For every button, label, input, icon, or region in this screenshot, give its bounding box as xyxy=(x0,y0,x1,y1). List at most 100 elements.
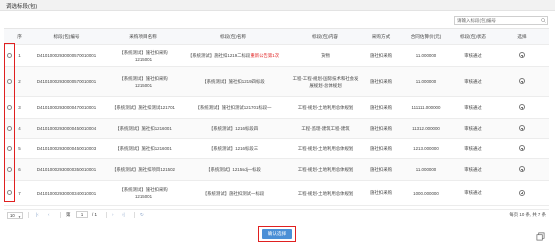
add-circle-icon[interactable] xyxy=(519,78,525,84)
column-header-select: 选择 xyxy=(495,28,549,45)
table-row[interactable]: 6 D41010002930000350010001 【系统测试】施社扣项目12… xyxy=(4,158,549,181)
row-name: 【系统测试】施社扣1219四标段 xyxy=(177,66,289,97)
row-seq: 1 xyxy=(15,44,24,67)
row-status: 审核通过 xyxy=(451,118,495,139)
window-restore-icon[interactable] xyxy=(536,232,545,241)
row-project: 【系统测试】施社扣项目121502 xyxy=(109,158,177,181)
next-page-icon[interactable]: › xyxy=(112,212,114,217)
row-name: 【系统测试】1215sdj一标段 xyxy=(177,158,289,181)
add-circle-icon[interactable] xyxy=(519,52,525,58)
row-radio[interactable] xyxy=(7,166,12,172)
row-name: 【系统测试】施社扣测试一标段 xyxy=(177,180,289,206)
row-code: D41010002930000340010001 xyxy=(24,180,109,206)
lot-table: 序 标段(包)编号 采购项目名称 标段(包)名称 标段(包)内容 采购方式 合同… xyxy=(4,28,549,206)
pager-divider xyxy=(106,212,107,218)
page-size-value: 10 xyxy=(10,213,15,218)
row-method: 施社扣采购 xyxy=(361,118,401,139)
column-header-seq: 序 xyxy=(15,28,24,45)
page-total: / 1 xyxy=(92,212,98,217)
add-circle-icon[interactable] xyxy=(519,125,525,131)
row-content: 工程-规划-土地利用总体规划 xyxy=(289,138,361,159)
row-radio[interactable] xyxy=(7,52,12,58)
row-seq: 5 xyxy=(15,138,24,159)
row-method: 施社扣采购 xyxy=(361,66,401,97)
pager-divider xyxy=(28,212,29,218)
dialog-title: 调选标段(包) xyxy=(6,4,38,10)
row-method: 施社扣采购 xyxy=(361,138,401,159)
pagination-summary: 每页 10 条, 共 7 条 xyxy=(509,212,546,217)
row-price: 11.000000 xyxy=(401,44,451,67)
row-price: 11.000000 xyxy=(401,66,451,97)
row-seq: 6 xyxy=(15,158,24,181)
row-price: 1213.000000 xyxy=(401,138,451,159)
row-name: 【系统测试】施社扣1219二标段重新公告第1次 xyxy=(177,44,289,67)
row-content: 工程-规划-土地利用总体规划 xyxy=(289,158,361,181)
add-circle-icon[interactable] xyxy=(519,189,525,196)
row-code: D41010002930000570010001 xyxy=(24,44,109,67)
row-project: 【系统测试】施社扣采购1215001 xyxy=(109,180,177,206)
row-radio[interactable] xyxy=(7,190,12,195)
table-row[interactable]: 7 D41010002930000340010001 【系统测试】施社扣采购12… xyxy=(4,180,549,206)
chevron-down-icon: ▼ xyxy=(18,214,21,219)
row-code: D41010002930000350010001 xyxy=(24,158,109,181)
row-radio[interactable] xyxy=(7,104,12,110)
row-content: 货物 xyxy=(289,44,361,67)
column-header-name: 标段(包)名称 xyxy=(177,28,289,45)
add-circle-icon[interactable] xyxy=(519,166,525,172)
row-status: 审核通过 xyxy=(451,158,495,181)
row-radio[interactable] xyxy=(7,125,12,131)
last-page-icon[interactable]: ›| xyxy=(122,212,125,217)
row-project: 【系统测试】施社扣采购1215001 xyxy=(109,44,177,67)
confirm-select-button[interactable]: 确认选择 xyxy=(262,229,292,239)
prev-page-icon[interactable]: ‹ xyxy=(48,212,50,217)
row-name: 【系统测试】1216标段四 xyxy=(177,118,289,139)
row-content: 工程-监理-建筑工程-建筑 xyxy=(289,118,361,139)
table-header-row: 序 标段(包)编号 采购项目名称 标段(包)名称 标段(包)内容 采购方式 合同… xyxy=(4,28,549,45)
row-radio[interactable] xyxy=(7,78,12,84)
table-row[interactable]: 1 D41010002930000570010001 【系统测试】施社扣采购12… xyxy=(4,44,549,67)
table-row[interactable]: 4 D41010002930000450010004 【系统测试】施社扣1216… xyxy=(4,118,549,139)
row-seq: 4 xyxy=(15,118,24,139)
page-size-select[interactable]: 10 ▼ xyxy=(7,212,23,219)
dialog-title-bar: 调选标段(包) xyxy=(0,0,555,11)
row-project: 【系统测试】施社扣1216001 xyxy=(109,138,177,159)
first-page-icon[interactable]: |‹ xyxy=(36,212,39,217)
row-method: 施社扣采购 xyxy=(361,180,401,206)
search-input[interactable] xyxy=(457,17,539,24)
row-status: 审核通过 xyxy=(451,44,495,67)
row-project: 【系统测试】施社扣测试121701 xyxy=(109,96,177,119)
row-seq: 2 xyxy=(15,66,24,97)
add-circle-icon[interactable] xyxy=(519,104,525,110)
pager-divider xyxy=(134,212,135,218)
row-method: 施社扣采购 xyxy=(361,96,401,119)
column-header-code: 标段(包)编号 xyxy=(24,28,109,45)
column-header-project: 采购项目名称 xyxy=(109,28,177,45)
row-status: 审核通过 xyxy=(451,138,495,159)
page-number-input[interactable]: 1 xyxy=(76,211,88,218)
row-radio[interactable] xyxy=(7,145,12,151)
row-price: 1000.000000 xyxy=(401,180,451,206)
table-row[interactable]: 5 D41010002930000450010003 【系统测试】施社扣1216… xyxy=(4,138,549,159)
search-box[interactable] xyxy=(454,16,548,25)
add-circle-icon[interactable] xyxy=(519,145,525,151)
row-project: 【系统测试】施社扣采购1215001 xyxy=(109,66,177,97)
column-header-content: 标段(包)内容 xyxy=(289,28,361,45)
page-label-prefix: 第 xyxy=(66,212,71,217)
row-name: 【系统测试】1216标段三 xyxy=(177,138,289,159)
row-content: 工程-工程-规划-国际技术和社会发展规划-总体规划 xyxy=(289,66,361,97)
row-content: 工程-规划-土地利用总体规划 xyxy=(289,96,361,119)
table-row[interactable]: 2 D41010002930000570010001 【系统测试】施社扣采购12… xyxy=(4,66,549,97)
refresh-icon[interactable]: ↻ xyxy=(140,212,144,218)
row-name-highlight: 重新公告第1次 xyxy=(250,53,280,58)
row-price: 11.000000 xyxy=(401,158,451,181)
row-price: 11312.000000 xyxy=(401,118,451,139)
row-project: 【系统测试】施社扣1216001 xyxy=(109,118,177,139)
row-price: 111111.000000 xyxy=(401,96,451,119)
column-header-status: 标段(包)状态 xyxy=(451,28,495,45)
row-code: D41010002930000570010001 xyxy=(24,66,109,97)
row-code: D41010002930000450010004 xyxy=(24,118,109,139)
search-icon[interactable] xyxy=(541,18,546,23)
table-row[interactable]: 3 D41010002930000470010001 【系统测试】施社扣测试12… xyxy=(4,96,549,119)
row-method: 施社扣采购 xyxy=(361,158,401,181)
row-code: D41010002930000470010001 xyxy=(24,96,109,119)
